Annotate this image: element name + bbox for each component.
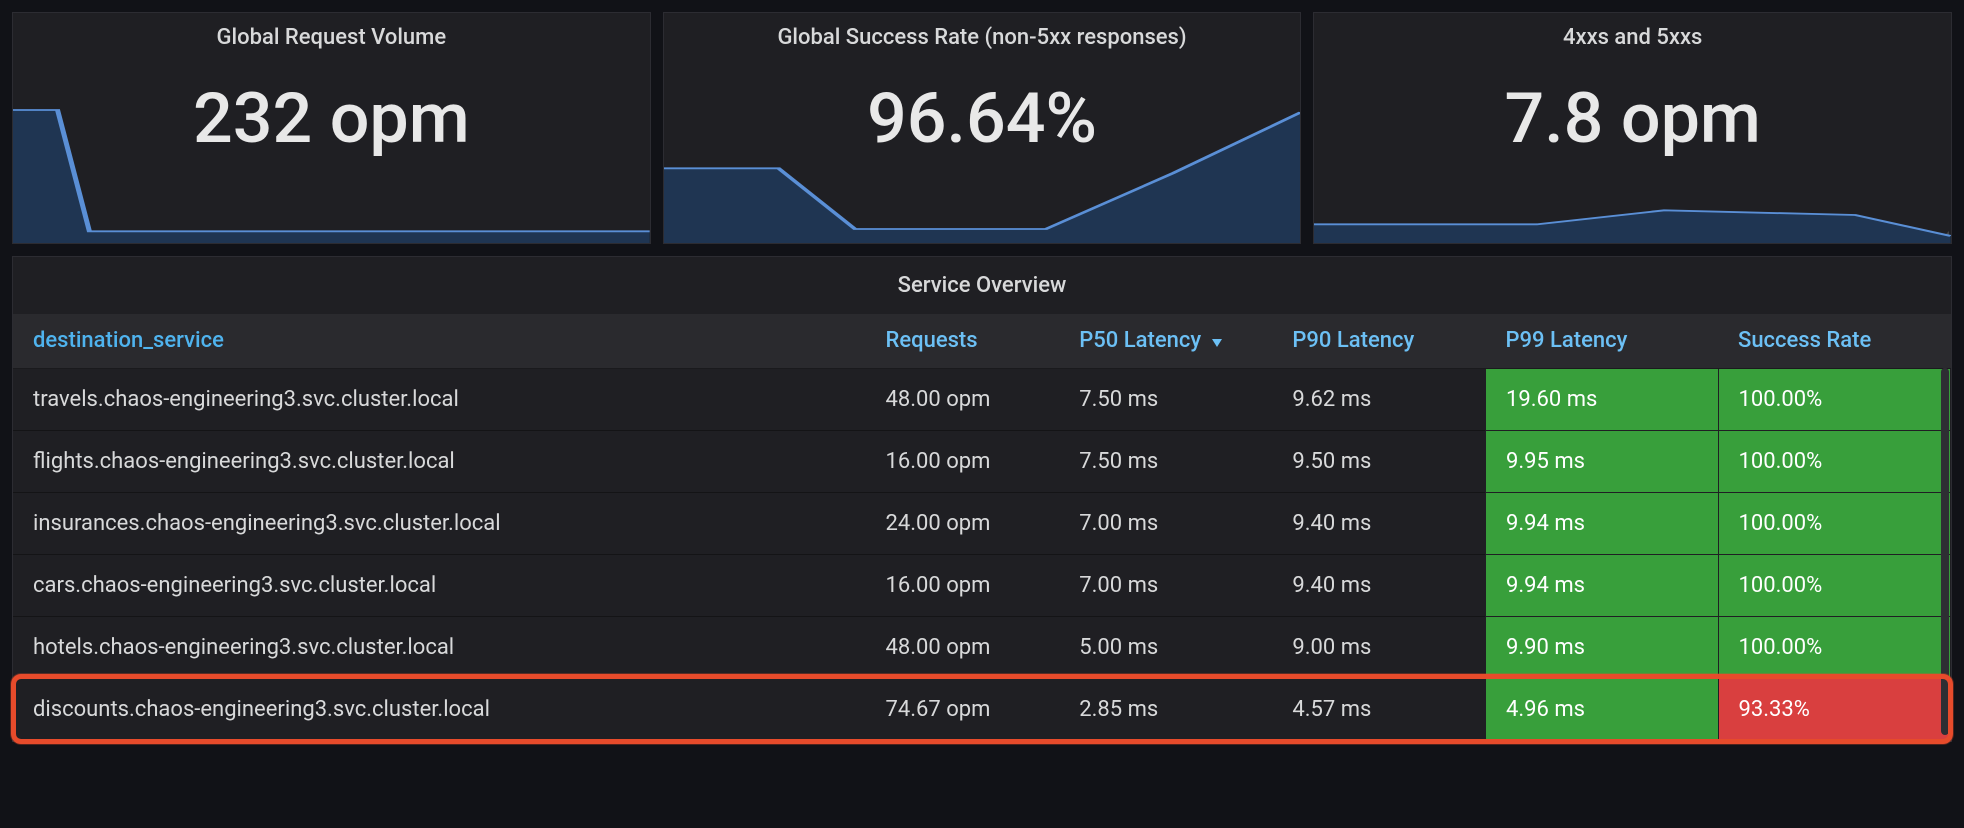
cell-p99-latency: 19.60 ms: [1486, 368, 1719, 430]
cell-p90-latency: 9.40 ms: [1272, 554, 1485, 616]
cell-destination-service: cars.chaos-engineering3.svc.cluster.loca…: [13, 554, 866, 616]
cell-success-rate: 100.00%: [1718, 616, 1951, 678]
cell-requests: 74.67 opm: [866, 678, 1060, 740]
stat-value: 7.8 opm: [1314, 78, 1951, 160]
cell-p90-latency: 9.00 ms: [1272, 616, 1485, 678]
cell-p99-latency: 4.96 ms: [1486, 678, 1719, 740]
cell-success-rate: 93.33%: [1718, 678, 1951, 740]
cell-p90-latency: 4.57 ms: [1272, 678, 1485, 740]
cell-destination-service: travels.chaos-engineering3.svc.cluster.l…: [13, 368, 866, 430]
cell-success-rate: 100.00%: [1718, 430, 1951, 492]
column-header-success-rate[interactable]: Success Rate: [1718, 314, 1951, 368]
stat-value: 232 opm: [13, 78, 650, 160]
cell-p99-latency: 9.95 ms: [1486, 430, 1719, 492]
cell-p50-latency: 7.50 ms: [1059, 368, 1272, 430]
cell-p90-latency: 9.40 ms: [1272, 492, 1485, 554]
table-wrap: destination_service Requests P50 Latency…: [13, 314, 1951, 741]
stat-panel-global-success-rate[interactable]: Global Success Rate (non-5xx responses) …: [663, 12, 1302, 244]
cell-p99-latency: 9.94 ms: [1486, 554, 1719, 616]
column-header-p99-latency[interactable]: P99 Latency: [1486, 314, 1719, 368]
stat-title: Global Success Rate (non-5xx responses): [664, 13, 1301, 50]
cell-success-rate: 100.00%: [1718, 554, 1951, 616]
stat-title: Global Request Volume: [13, 13, 650, 50]
table-row[interactable]: hotels.chaos-engineering3.svc.cluster.lo…: [13, 616, 1951, 678]
column-header-requests[interactable]: Requests: [866, 314, 1060, 368]
table-header-row: destination_service Requests P50 Latency…: [13, 314, 1951, 368]
cell-success-rate: 100.00%: [1718, 492, 1951, 554]
service-overview-panel: Service Overview destination_service Req…: [12, 256, 1952, 742]
cell-destination-service: insurances.chaos-engineering3.svc.cluste…: [13, 492, 866, 554]
column-header-p90-latency[interactable]: P90 Latency: [1272, 314, 1485, 368]
service-overview-table: destination_service Requests P50 Latency…: [13, 314, 1951, 741]
cell-p50-latency: 7.50 ms: [1059, 430, 1272, 492]
cell-success-rate: 100.00%: [1718, 368, 1951, 430]
cell-p50-latency: 7.00 ms: [1059, 554, 1272, 616]
cell-p50-latency: 5.00 ms: [1059, 616, 1272, 678]
table-row[interactable]: travels.chaos-engineering3.svc.cluster.l…: [13, 368, 1951, 430]
cell-p90-latency: 9.62 ms: [1272, 368, 1485, 430]
cell-destination-service: flights.chaos-engineering3.svc.cluster.l…: [13, 430, 866, 492]
cell-requests: 24.00 opm: [866, 492, 1060, 554]
column-header-destination-service[interactable]: destination_service: [13, 314, 866, 368]
cell-requests: 16.00 opm: [866, 554, 1060, 616]
cell-p50-latency: 7.00 ms: [1059, 492, 1272, 554]
table-title: Service Overview: [13, 257, 1951, 314]
stat-panel-global-request-volume[interactable]: Global Request Volume 232 opm: [12, 12, 651, 244]
table-row[interactable]: flights.chaos-engineering3.svc.cluster.l…: [13, 430, 1951, 492]
cell-requests: 48.00 opm: [866, 616, 1060, 678]
cell-destination-service: discounts.chaos-engineering3.svc.cluster…: [13, 678, 866, 740]
stat-value: 96.64%: [664, 78, 1301, 160]
table-row[interactable]: discounts.chaos-engineering3.svc.cluster…: [13, 678, 1951, 740]
column-header-p50-latency[interactable]: P50 Latency: [1059, 314, 1272, 368]
stat-title: 4xxs and 5xxs: [1314, 13, 1951, 50]
stat-panel-4xxs-5xxs[interactable]: 4xxs and 5xxs 7.8 opm: [1313, 12, 1952, 244]
table-row[interactable]: cars.chaos-engineering3.svc.cluster.loca…: [13, 554, 1951, 616]
table-row[interactable]: insurances.chaos-engineering3.svc.cluste…: [13, 492, 1951, 554]
scrollbar-track[interactable]: [1941, 368, 1949, 735]
cell-p50-latency: 2.85 ms: [1059, 678, 1272, 740]
cell-requests: 16.00 opm: [866, 430, 1060, 492]
stats-row: Global Request Volume 232 opm Global Suc…: [12, 12, 1952, 244]
sort-desc-icon: [1211, 329, 1223, 354]
cell-requests: 48.00 opm: [866, 368, 1060, 430]
cell-destination-service: hotels.chaos-engineering3.svc.cluster.lo…: [13, 616, 866, 678]
cell-p99-latency: 9.90 ms: [1486, 616, 1719, 678]
table-body: travels.chaos-engineering3.svc.cluster.l…: [13, 368, 1951, 740]
cell-p99-latency: 9.94 ms: [1486, 492, 1719, 554]
column-header-label: P50 Latency: [1079, 328, 1201, 353]
cell-p90-latency: 9.50 ms: [1272, 430, 1485, 492]
